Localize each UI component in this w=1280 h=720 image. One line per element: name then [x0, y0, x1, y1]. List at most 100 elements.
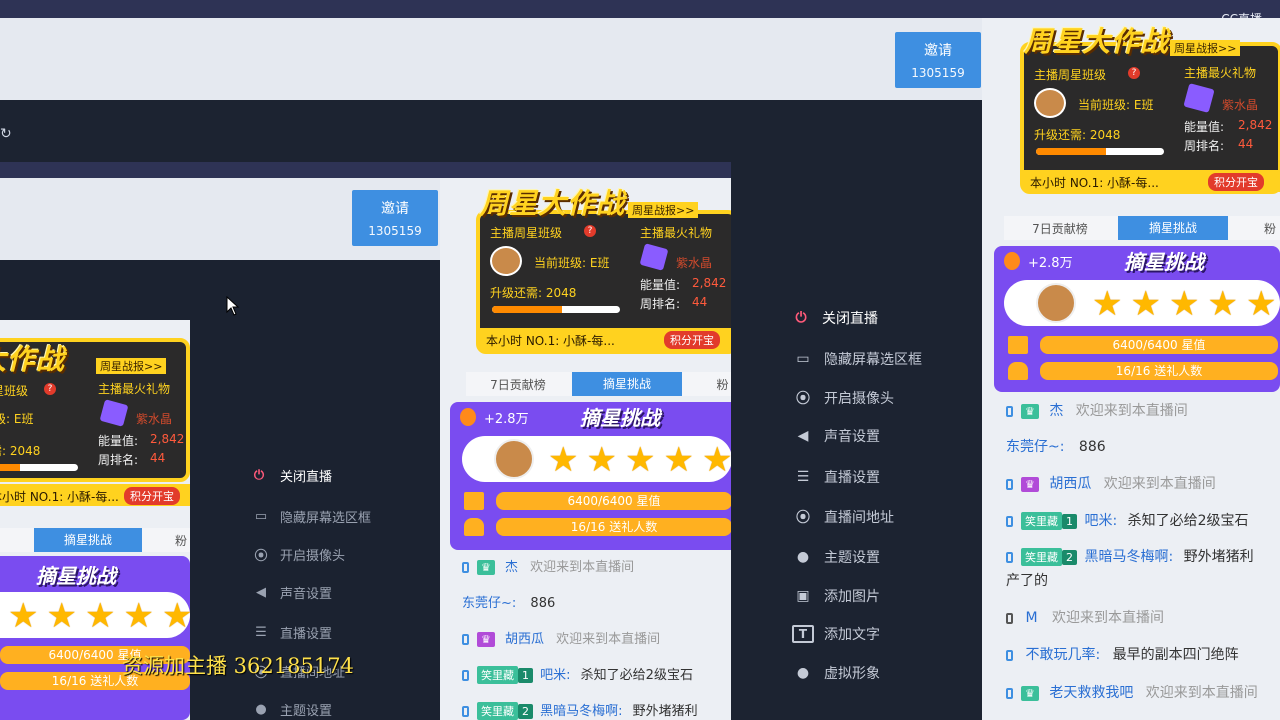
refresh-icon[interactable]: ↻	[0, 126, 12, 142]
board-title: 周星大作战	[480, 187, 626, 220]
chat-message: 笑里藏 1 吧米: 杀知了必给2级宝石	[462, 664, 693, 684]
outer-tab-bar: 7日贡献榜 摘星挑战 粉	[1004, 216, 1280, 240]
chat-user[interactable]: M	[1025, 610, 1037, 626]
chat-user[interactable]: 胡西瓜	[1049, 476, 1091, 492]
chat-user[interactable]: 吧米:	[540, 668, 570, 683]
menu-camera[interactable]: ⦿ 开启摄像头	[250, 545, 345, 564]
menu-room-address[interactable]: ⦿ 直播间地址	[792, 507, 894, 527]
chat-text: 野外堵猪利	[1183, 549, 1254, 565]
board-energy-value: 2,842	[692, 276, 727, 290]
menu-close-live[interactable]: ⏻ 关闭直播	[250, 466, 332, 485]
menu-camera[interactable]: ⦿ 开启摄像头	[792, 388, 894, 408]
chat-text: 最早的副本四门绝阵	[1112, 647, 1239, 663]
chat-text: 欢迎来到本直播间	[530, 560, 635, 575]
fan-level: 1	[1062, 514, 1077, 529]
help-icon[interactable]: ?	[44, 383, 56, 395]
invite-button[interactable]: 邀请 1305159	[352, 190, 438, 246]
invite-button[interactable]: 邀请 1305159	[895, 32, 981, 88]
fan-badge: 笑里藏	[477, 702, 518, 720]
board-energy-value: 2,842	[150, 432, 185, 446]
gift-progress: 16/16 送礼人数	[1040, 362, 1278, 380]
monitor-icon: ▭	[254, 509, 268, 524]
chat-user[interactable]: 杰	[505, 560, 518, 575]
board-gift-label: 主播最火礼物	[98, 382, 171, 396]
tab-fans[interactable]: 粉	[172, 532, 190, 549]
board-rank-value: 44	[692, 295, 708, 309]
board-fold-button[interactable]: 积分开宝	[1208, 173, 1264, 191]
board-report-link[interactable]: 周星战报>>	[628, 202, 699, 218]
user-badge-icon: ♛	[477, 632, 495, 647]
location-icon: ⦿	[796, 510, 810, 526]
chat-text: 欢迎来到本直播间	[1103, 476, 1216, 492]
chat-user[interactable]: 东莞仔~:	[462, 596, 516, 611]
star-icon: ★	[46, 596, 85, 636]
board-energy-label: 能量值:	[1184, 120, 1225, 134]
menu-label: 隐藏屏幕选区框	[824, 352, 922, 368]
menu-live-settings[interactable]: ☰ 直播设置	[250, 623, 332, 642]
chat-user[interactable]: 不敢玩几率:	[1025, 647, 1100, 663]
menu-avatar[interactable]: ● 虚拟形象	[792, 663, 880, 683]
board-fold-button[interactable]: 积分开宝	[664, 331, 720, 349]
challenge-title: 摘星挑战	[1124, 250, 1204, 274]
menu-hide-capture-frame[interactable]: ▭ 隐藏屏幕选区框	[250, 507, 371, 526]
menu-label: 声音设置	[824, 429, 880, 445]
board-fold-button[interactable]: 积分开宝	[124, 487, 180, 505]
board-gift-label: 主播最火礼物	[1184, 66, 1257, 80]
top-strip	[0, 0, 1280, 18]
chat-user[interactable]: 东莞仔~:	[1006, 439, 1064, 455]
board-report-link[interactable]: 周星战报>>	[96, 358, 167, 374]
menu-theme[interactable]: ● 主题设置	[792, 547, 880, 567]
chat-message: 东莞仔~: 886	[1006, 436, 1106, 456]
chat-user[interactable]: 吧米:	[1084, 513, 1117, 529]
board-upgrade: 升级还需: 2048	[1034, 128, 1121, 142]
menu-sound[interactable]: ◀ 声音设置	[792, 426, 880, 446]
chat-user[interactable]: 杰	[1049, 403, 1063, 419]
board-hour-top: 本小时 NO.1: 小酥-每...	[0, 490, 119, 504]
monitor-icon: ▭	[796, 351, 810, 367]
chat-message: ♛ 胡西瓜 欢迎来到本直播间	[1006, 473, 1216, 493]
fan-badge: 笑里藏	[1021, 548, 1062, 566]
chat-user[interactable]: 老天救救我吧	[1049, 685, 1133, 701]
chat-message-continued: 产了的	[1006, 573, 1048, 589]
board-report-link[interactable]: 周星战报>>	[1170, 40, 1241, 56]
phone-icon	[1006, 405, 1013, 417]
gift-box-icon	[464, 492, 484, 510]
phone-icon	[462, 670, 469, 681]
avatar-icon: ●	[796, 665, 810, 681]
menu-hide-capture-frame[interactable]: ▭ 隐藏屏幕选区框	[792, 349, 922, 369]
chat-user[interactable]: 黑暗马冬梅啊:	[540, 704, 622, 719]
help-icon[interactable]: ?	[1128, 67, 1140, 79]
board-hour-top: 本小时 NO.1: 小酥-每...	[1030, 176, 1159, 190]
star-icon: ★	[663, 440, 702, 480]
chat-user[interactable]: 胡西瓜	[505, 632, 544, 647]
help-icon[interactable]: ?	[584, 225, 596, 237]
board-anchor-class-label: 主播周星班级	[490, 226, 563, 240]
menu-add-text[interactable]: T 添加文字	[792, 624, 880, 644]
chat-text: 欢迎来到本直播间	[1075, 403, 1188, 419]
tab-contribution[interactable]: 7日贡献榜	[1004, 220, 1116, 237]
outer-toolbar	[0, 18, 982, 100]
board-hour-top: 本小时 NO.1: 小酥-每...	[486, 334, 615, 348]
menu-sound[interactable]: ◀ 声音设置	[250, 583, 332, 602]
menu-theme[interactable]: ● 主题设置	[250, 700, 332, 719]
tab-star-challenge[interactable]: 摘星挑战	[572, 372, 682, 396]
menu-label: 主题设置	[824, 550, 880, 566]
star-progress: 6400/6400 星值	[496, 492, 731, 510]
board-gift-name: 紫水晶	[1222, 98, 1259, 112]
menu-close-live[interactable]: ⏻ 关闭直播	[792, 308, 878, 328]
tab-star-challenge[interactable]: 摘星挑战	[34, 528, 142, 552]
text-icon: T	[792, 625, 814, 643]
menu-add-image[interactable]: ▣ 添加图片	[792, 586, 880, 606]
star-icon: ★	[1245, 284, 1280, 324]
chat-message: ♛ 杰 欢迎来到本直播间	[462, 556, 634, 575]
board-current-class: 当前班级: E班	[0, 412, 34, 426]
tab-star-challenge[interactable]: 摘星挑战	[1118, 216, 1228, 240]
chat-user[interactable]: 黑暗马冬梅啊:	[1084, 549, 1173, 565]
tab-fans[interactable]: 粉	[1260, 220, 1280, 237]
upgrade-progress-fill	[492, 306, 563, 313]
chat-message: ♛ 老天救救我吧 欢迎来到本直播间	[1006, 682, 1258, 702]
board-rank-label: 周排名:	[1184, 139, 1225, 153]
menu-live-settings[interactable]: ☰ 直播设置	[792, 467, 880, 487]
tab-contribution[interactable]: 7日贡献榜	[466, 376, 570, 393]
tab-fans[interactable]: 粉	[714, 376, 731, 393]
